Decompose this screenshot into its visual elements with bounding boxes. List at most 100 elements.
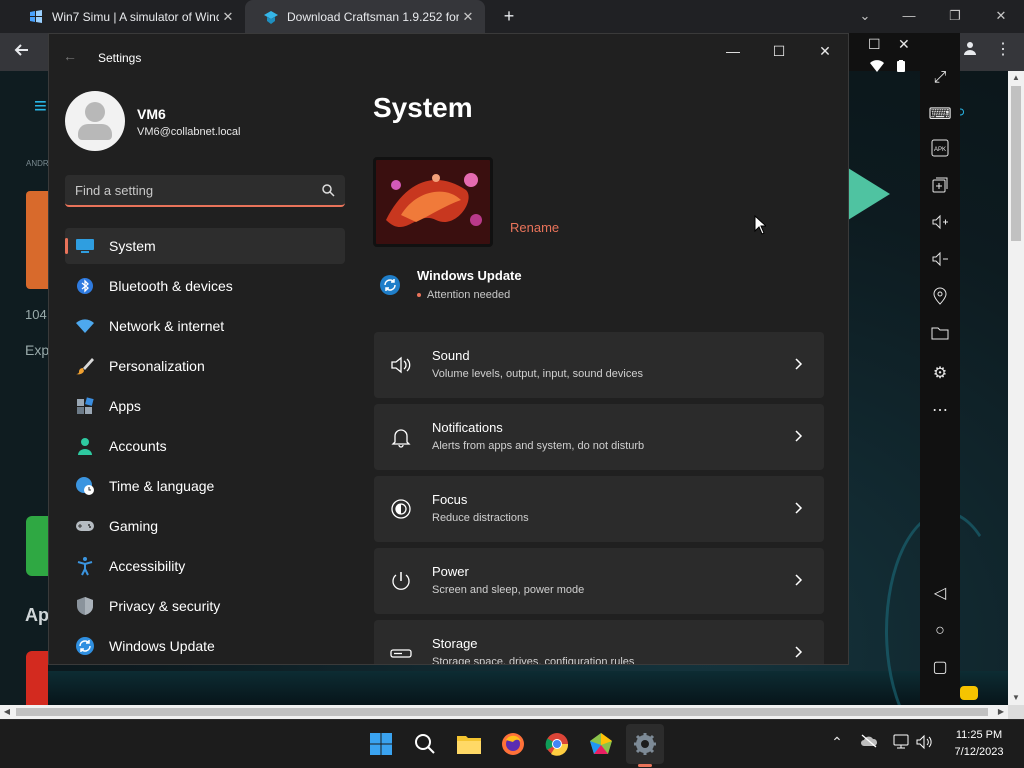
card-title: Storage xyxy=(432,636,478,651)
browser-close-button[interactable]: ✕ xyxy=(978,0,1024,33)
scroll-up-arrow-icon[interactable]: ▲ xyxy=(1008,71,1024,85)
settings-window-title: Settings xyxy=(98,51,142,65)
apk-icon[interactable]: APK xyxy=(920,139,960,165)
nav-item-network[interactable]: Network & internet xyxy=(65,308,345,344)
svg-text:APK: APK xyxy=(934,147,946,153)
start-button-windows-icon[interactable] xyxy=(366,729,396,759)
nav-item-accessibility[interactable]: Accessibility xyxy=(65,548,345,584)
nav-item-time-language[interactable]: Time & language xyxy=(65,468,345,504)
new-tab-button[interactable]: + xyxy=(498,6,520,28)
emulator-maximize-icon[interactable]: ☐ xyxy=(868,33,881,55)
app-thumbnail[interactable] xyxy=(26,191,48,289)
emulator-status-icons xyxy=(870,60,906,75)
horizontal-scroll-thumb[interactable] xyxy=(16,708,988,716)
volume-icon[interactable] xyxy=(914,734,936,753)
vertical-scrollbar[interactable]: ▲ ▼ xyxy=(1008,71,1024,705)
location-icon[interactable] xyxy=(920,287,960,313)
browser-menu-icon[interactable]: ⋮ xyxy=(994,40,1012,60)
card-title: Focus xyxy=(432,492,468,507)
horizontal-scrollbar[interactable]: ◀ ▶ xyxy=(0,705,1008,719)
settings-app-icon[interactable] xyxy=(630,729,660,759)
nav-item-label: Gaming xyxy=(109,518,159,534)
windows-taskbar: ⌃ 11:25 PM 7/12/2023 xyxy=(0,719,1024,768)
nav-item-system[interactable]: System xyxy=(65,228,345,264)
windows-update-title: Windows Update xyxy=(417,268,522,283)
settings-minimize-button[interactable]: — xyxy=(717,42,749,60)
volume-down-icon[interactable] xyxy=(920,250,960,276)
game-floor xyxy=(48,671,1008,705)
settings-search-input[interactable] xyxy=(75,175,305,205)
card-title: Notifications xyxy=(432,420,503,435)
card-title: Power xyxy=(432,564,469,579)
green-install-button[interactable] xyxy=(26,516,48,576)
file-explorer-icon[interactable] xyxy=(454,729,484,759)
nav-item-privacy[interactable]: Privacy & security xyxy=(65,588,345,624)
network-icon[interactable] xyxy=(890,734,912,753)
app-thumbnail-red[interactable] xyxy=(26,651,48,705)
nav-item-label: System xyxy=(109,238,156,254)
card-sound[interactable]: Sound Volume levels, output, input, soun… xyxy=(374,332,824,398)
user-profile[interactable]: VM6 VM6@collabnet.local xyxy=(65,91,241,151)
card-power[interactable]: Power Screen and sleep, power mode xyxy=(374,548,824,614)
browser-tab-win7simu[interactable]: Win7 Simu | A simulator of Wind ✕ xyxy=(10,0,245,33)
card-title: Sound xyxy=(432,348,470,363)
settings-close-button[interactable]: ✕ xyxy=(809,42,841,60)
apps-heading: Ap xyxy=(25,605,49,625)
scroll-right-arrow-icon[interactable]: ▶ xyxy=(994,705,1008,719)
android-home-icon[interactable]: ○ xyxy=(920,618,960,644)
more-dots-icon[interactable]: ⋯ xyxy=(920,398,960,424)
apps-icon xyxy=(75,396,95,416)
onedrive-offline-icon[interactable] xyxy=(858,734,880,751)
nav-item-personalization[interactable]: Personalization xyxy=(65,348,345,384)
page-title: System xyxy=(373,92,473,123)
settings-search-box[interactable] xyxy=(65,175,345,207)
add-window-icon[interactable] xyxy=(920,176,960,202)
firefox-icon[interactable] xyxy=(498,729,528,759)
nav-item-apps[interactable]: Apps xyxy=(65,388,345,424)
rename-link[interactable]: Rename xyxy=(510,220,559,235)
tab-close-icon[interactable]: ✕ xyxy=(459,9,477,25)
browser-restore-button[interactable]: ❐ xyxy=(932,0,978,33)
wifi-icon xyxy=(75,316,95,336)
chrome-icon[interactable] xyxy=(542,729,572,759)
volume-up-icon[interactable] xyxy=(920,213,960,239)
keyboard-icon[interactable]: ⌨ xyxy=(920,102,960,128)
browser-minimize-button[interactable]: — xyxy=(886,0,932,33)
tab-close-icon[interactable]: ✕ xyxy=(219,9,237,25)
system-clock[interactable]: 11:25 PM 7/12/2023 xyxy=(945,727,1013,761)
card-storage[interactable]: Storage Storage space, drives, configura… xyxy=(374,620,824,664)
nav-item-accounts[interactable]: Accounts xyxy=(65,428,345,464)
settings-gear-icon[interactable]: ⚙ xyxy=(920,361,960,387)
taskbar-search-icon[interactable] xyxy=(410,729,440,759)
settings-back-arrow-icon[interactable]: ← xyxy=(63,48,77,64)
mouse-cursor-icon xyxy=(754,215,766,235)
folder-icon[interactable] xyxy=(920,324,960,350)
browser-profile-icon[interactable] xyxy=(960,40,980,60)
vertical-scroll-thumb[interactable] xyxy=(1011,86,1021,241)
hamburger-menu-icon[interactable]: ≡ xyxy=(34,95,48,117)
emulator-close-icon[interactable]: ✕ xyxy=(898,33,910,55)
nav-item-label: Windows Update xyxy=(109,638,215,654)
scroll-down-arrow-icon[interactable]: ▼ xyxy=(1008,691,1024,705)
play-store-icon[interactable] xyxy=(848,168,890,220)
desktop-wallpaper-thumbnail[interactable] xyxy=(373,157,493,247)
browser-tab-craftsman[interactable]: Download Craftsman 1.9.252 for ✕ xyxy=(245,0,485,33)
fullscreen-icon[interactable]: ⤢ xyxy=(920,65,960,91)
scroll-left-arrow-icon[interactable]: ◀ xyxy=(0,705,14,719)
bluestacks-icon[interactable] xyxy=(586,729,616,759)
nav-item-bluetooth[interactable]: Bluetooth & devices xyxy=(65,268,345,304)
card-notifications[interactable]: Notifications Alerts from apps and syste… xyxy=(374,404,824,470)
nav-item-windows-update[interactable]: Windows Update xyxy=(65,628,345,664)
browser-back-button[interactable] xyxy=(8,38,36,66)
nav-item-gaming[interactable]: Gaming xyxy=(65,508,345,544)
left-number: 104 xyxy=(25,307,47,322)
shield-icon xyxy=(75,596,95,616)
accounts-icon xyxy=(75,436,95,456)
android-back-icon[interactable]: ◁ xyxy=(920,581,960,607)
settings-maximize-button[interactable]: ☐ xyxy=(763,42,795,60)
show-hidden-icons-chevron-icon[interactable]: ⌃ xyxy=(826,734,848,751)
android-recents-icon[interactable]: ▢ xyxy=(920,655,960,681)
chevron-right-icon xyxy=(795,502,803,514)
tab-search-chevron-icon[interactable]: ⌄ xyxy=(842,0,888,33)
card-focus[interactable]: Focus Reduce distractions xyxy=(374,476,824,542)
